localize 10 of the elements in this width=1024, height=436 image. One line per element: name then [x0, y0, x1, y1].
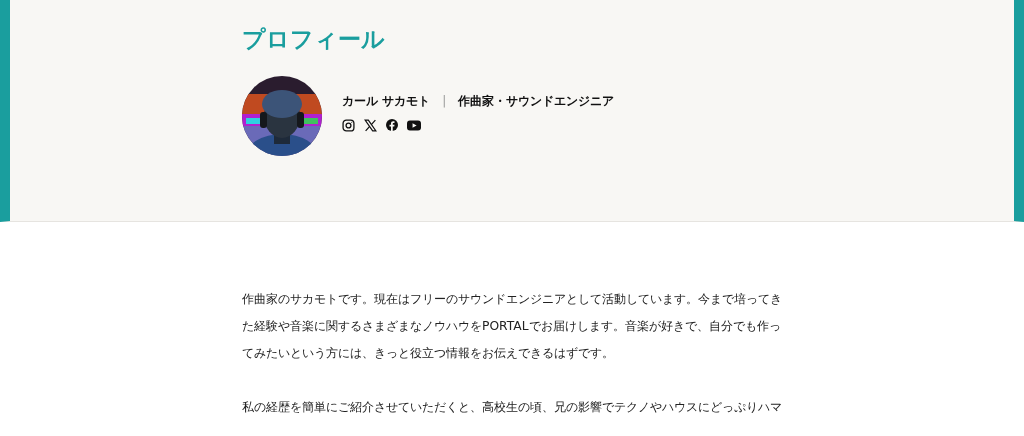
bio-paragraph: 作曲家のサカモトです。現在はフリーのサウンドエンジニアとして活動しています。今まで培ってきた経験や音楽に関するさまざまなノウハウをPORTALでお届けします。音楽が好きで、自分でも作ってみたいという方には、きっと役立つ情報をお伝えできるはずです。: [242, 291, 783, 362]
author-role: 作曲家・サウンドエンジニア: [458, 92, 615, 110]
separator: |: [442, 94, 447, 108]
bio-paragraph: 私の経歴を簡単にご紹介させていただくと、高校生の頃、兄の影響でテクノやハウスにどっぷりハマ: [242, 399, 783, 416]
facebook-icon[interactable]: [386, 119, 398, 131]
profile-heading: プロフィール: [242, 25, 386, 54]
instagram-icon[interactable]: [342, 118, 355, 132]
author-name: カール サカモト: [342, 92, 431, 110]
youtube-icon[interactable]: [407, 119, 421, 131]
x-icon[interactable]: [364, 118, 377, 132]
